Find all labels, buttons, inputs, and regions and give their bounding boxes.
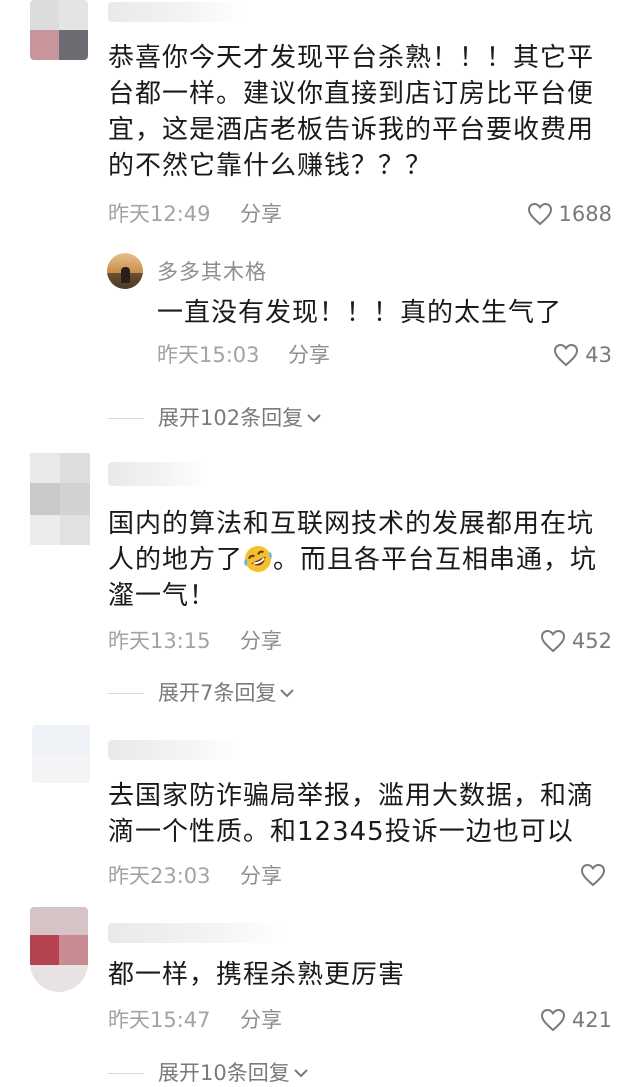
avatar[interactable] xyxy=(32,725,90,783)
heart-outline-icon xyxy=(527,202,552,226)
comment-time: 昨天13:15 xyxy=(108,629,211,653)
laughing-emoji-icon xyxy=(243,544,273,574)
comment-body: 去国家防诈骗局举报，滥用大数据，和滴滴一个性质。和12345投诉一边也可以 xyxy=(108,781,595,847)
comment-body: 恭喜你今天才发现平台杀熟！！！其它平台都一样。建议你直接到店订房比平台便宜，这是… xyxy=(108,43,595,181)
like-count: 1688 xyxy=(558,202,612,226)
share-button[interactable]: 分享 xyxy=(240,863,282,889)
like-button[interactable]: 452 xyxy=(540,628,612,654)
heart-outline-icon xyxy=(554,343,579,367)
chevron-down-icon xyxy=(294,1069,308,1078)
heart-outline-icon xyxy=(540,629,565,653)
expand-replies-button[interactable]: 展开10条回复 xyxy=(108,1060,308,1086)
share-button[interactable]: 分享 xyxy=(240,1007,282,1033)
heart-outline-icon xyxy=(540,1008,565,1032)
username-blurred xyxy=(108,2,243,22)
like-button[interactable] xyxy=(580,863,612,887)
expand-label: 展开7条回复 xyxy=(158,681,277,705)
chevron-down-icon xyxy=(307,414,321,423)
avatar[interactable] xyxy=(30,0,88,60)
heart-outline-icon xyxy=(580,863,606,887)
username-blurred xyxy=(108,923,288,943)
reply-share-button[interactable]: 分享 xyxy=(288,342,330,368)
divider xyxy=(108,1072,144,1074)
reply-like-button[interactable]: 43 xyxy=(553,342,612,368)
like-button[interactable]: 421 xyxy=(540,1007,612,1033)
expand-replies-button[interactable]: 展开7条回复 xyxy=(108,680,295,706)
comment-item-2: 国内的算法和互联网技术的发展都用在坑人的地方了 。而且各平台互相串通，坑瀣一气！ … xyxy=(0,450,640,720)
username-blurred xyxy=(108,740,238,760)
reply-time: 昨天15:03 xyxy=(157,343,260,367)
reply-avatar[interactable] xyxy=(107,253,143,289)
comment-time: 昨天12:49 xyxy=(108,202,211,226)
comment-item-4: 都一样，携程杀熟更厉害 昨天15:47 分享 421 展开10条回复 xyxy=(0,903,640,1087)
like-count: 43 xyxy=(585,343,612,367)
comment-item-3: 去国家防诈骗局举报，滥用大数据，和滴滴一个性质。和12345投诉一边也可以 昨天… xyxy=(0,722,640,902)
share-button[interactable]: 分享 xyxy=(240,628,282,654)
reply-body: 一直没有发现！！！真的太生气了 xyxy=(157,298,563,328)
divider xyxy=(108,692,144,694)
reply-username[interactable]: 多多其木格 xyxy=(157,259,267,285)
expand-replies-button[interactable]: 展开102条回复 xyxy=(108,405,321,431)
expand-label: 展开102条回复 xyxy=(158,406,304,430)
comment-body: 都一样，携程杀熟更厉害 xyxy=(108,960,406,990)
avatar[interactable] xyxy=(30,453,90,545)
avatar[interactable] xyxy=(30,907,88,992)
comment-item-1: 恭喜你今天才发现平台杀熟！！！其它平台都一样。建议你直接到店订房比平台便宜，这是… xyxy=(0,0,640,440)
expand-label: 展开10条回复 xyxy=(158,1061,290,1085)
share-button[interactable]: 分享 xyxy=(240,201,282,227)
divider xyxy=(108,417,144,419)
chevron-down-icon xyxy=(280,689,295,698)
comment-time: 昨天15:47 xyxy=(108,1008,211,1032)
like-count: 421 xyxy=(571,1008,612,1032)
username-blurred xyxy=(108,462,208,486)
like-count: 452 xyxy=(571,629,612,653)
comment-body: 国内的算法和互联网技术的发展都用在坑人的地方了 。而且各平台互相串通，坑瀣一气！ xyxy=(108,509,598,611)
comment-time: 昨天23:03 xyxy=(108,864,211,888)
like-button[interactable]: 1688 xyxy=(527,201,612,227)
